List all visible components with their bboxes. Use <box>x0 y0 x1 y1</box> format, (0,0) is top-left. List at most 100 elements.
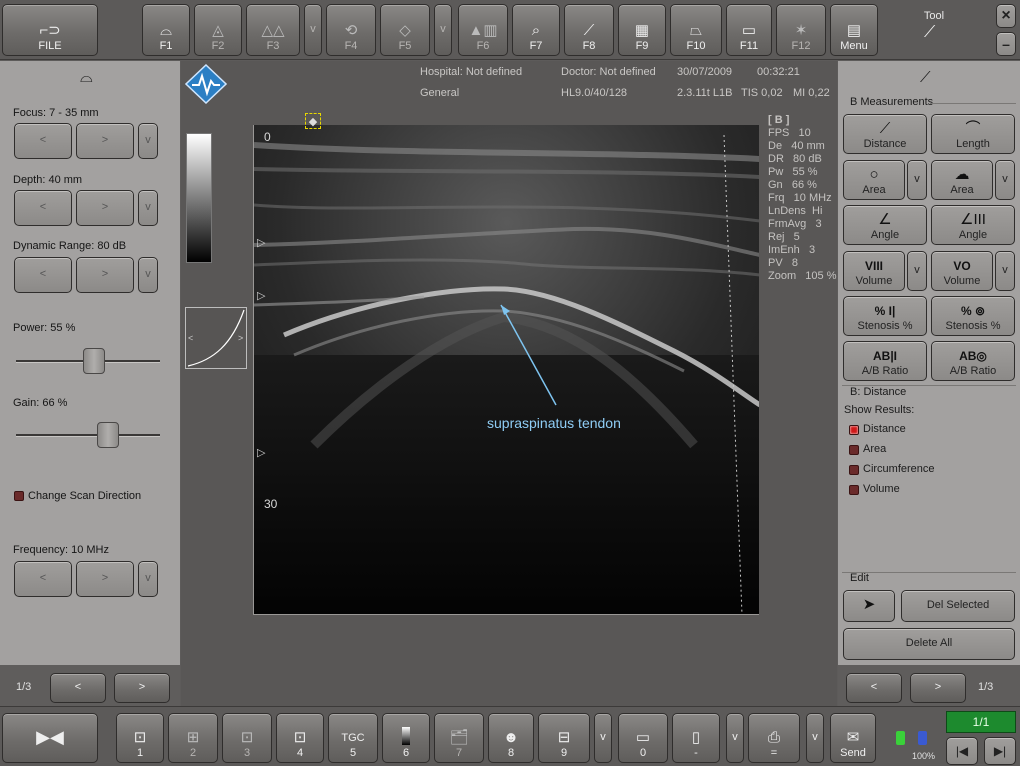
frequency-more-button[interactable]: v <box>138 561 158 597</box>
send-button[interactable]: ✉ Send <box>830 713 876 763</box>
f1-button[interactable]: ⌓ F1 <box>142 4 190 56</box>
dynamic-range-next-button[interactable]: > <box>76 257 134 293</box>
frequency-prev-button[interactable]: < <box>14 561 72 597</box>
focus-marker-icon[interactable]: ◆ <box>305 113 321 129</box>
result-circumference-label: Circumference <box>863 463 935 475</box>
f2-button[interactable]: ◬ F2 <box>194 4 242 56</box>
delete-selected-button[interactable]: Del Selected <box>901 590 1015 622</box>
minimize-button[interactable]: – <box>996 32 1016 56</box>
b9-button[interactable]: ⊟ 9 <box>538 713 590 763</box>
frequency-next-button[interactable]: > <box>76 561 134 597</box>
left-page-next-button[interactable]: > <box>114 673 170 703</box>
close-button[interactable]: × <box>996 4 1016 28</box>
file-button[interactable]: ⌐⊃ FILE <box>2 4 98 56</box>
sector-split-icon: ◬ <box>212 22 224 39</box>
focus-next-button[interactable]: > <box>76 123 134 159</box>
caliper-tool-icon: ⟋ <box>924 24 936 41</box>
f6-button[interactable]: ▲▥ F6 <box>458 4 508 56</box>
bottom-more-button-2[interactable]: v <box>726 713 744 763</box>
depth-label: Depth: 40 mm <box>13 174 83 186</box>
stenosis-diameter-icon: % I| <box>874 304 896 318</box>
volume-more-button-2[interactable]: v <box>995 251 1015 291</box>
volume-button-2[interactable]: VO Volume <box>931 251 993 291</box>
f11-button[interactable]: ▭ F11 <box>726 4 772 56</box>
freeze-button[interactable]: ▶◀ <box>2 713 98 763</box>
stenosis-button-1[interactable]: % I| Stenosis % <box>843 296 927 336</box>
last-frame-button[interactable]: ▶| <box>984 737 1016 765</box>
gain-slider[interactable] <box>16 434 160 437</box>
angle-button-2[interactable]: ∠III Angle <box>931 205 1015 245</box>
bottom-more-button-3[interactable]: v <box>806 713 824 763</box>
ab-ratio-button-2[interactable]: AB◎ A/B Ratio <box>931 341 1015 381</box>
f3-button[interactable]: △△ F3 <box>246 4 300 56</box>
power-slider-thumb[interactable] <box>83 348 106 374</box>
focus-marker-1[interactable]: ▷ <box>257 236 265 249</box>
area-more-button-1[interactable]: v <box>907 160 927 200</box>
b4-button[interactable]: ⊡ 4 <box>276 713 324 763</box>
ab-ratio-button-1[interactable]: AB|I A/B Ratio <box>843 341 927 381</box>
b2-button[interactable]: ⊞ 2 <box>168 713 218 763</box>
area-button-1[interactable]: ○ Area <box>843 160 905 200</box>
focus-prev-button[interactable]: < <box>14 123 72 159</box>
ab-area-icon: AB◎ <box>959 349 987 363</box>
length-icon: ⌒ <box>965 120 981 137</box>
b0-button[interactable]: ▭ 0 <box>618 713 668 763</box>
f12-button[interactable]: ✶ F12 <box>776 4 826 56</box>
f8-button[interactable]: ⟋ F8 <box>564 4 614 56</box>
b6-button[interactable]: 6 <box>382 713 430 763</box>
stenosis-button-2[interactable]: % ⊚ Stenosis % <box>931 296 1015 336</box>
volume-button-1[interactable]: VIII Volume <box>843 251 905 291</box>
right-page-prev-button[interactable]: < <box>846 673 902 703</box>
volume-more-button-1[interactable]: v <box>907 251 927 291</box>
dynamic-range-label: Dynamic Range: 80 dB <box>13 240 127 252</box>
b7-button[interactable]: 🗂 7 <box>434 713 484 763</box>
b1-button[interactable]: ⊡ 1 <box>116 713 164 763</box>
depth-next-button[interactable]: > <box>76 190 134 226</box>
dynamic-range-prev-button[interactable]: < <box>14 257 72 293</box>
left-page-prev-button[interactable]: < <box>50 673 106 703</box>
left-page-indicator: 1/3 <box>16 681 32 693</box>
result-volume-checkbox[interactable] <box>849 485 859 495</box>
f10-button[interactable]: ⏢ F10 <box>670 4 722 56</box>
select-button[interactable]: ➤ <box>843 590 895 622</box>
dynamic-range-more-button[interactable]: v <box>138 257 158 293</box>
change-scan-checkbox[interactable] <box>14 491 24 501</box>
area-more-button-2[interactable]: v <box>995 160 1015 200</box>
b8-button[interactable]: ☻ 8 <box>488 713 534 763</box>
focus-marker-3[interactable]: ▷ <box>257 446 265 459</box>
tool-label: Tool <box>923 10 945 22</box>
gray-curve[interactable]: < > <box>185 307 247 369</box>
f7-button[interactable]: ⌕ F7 <box>512 4 560 56</box>
bottom-more-button-1[interactable]: v <box>594 713 612 763</box>
focus-marker-2[interactable]: ▷ <box>257 289 265 302</box>
result-circumference-checkbox[interactable] <box>849 465 859 475</box>
report-button[interactable]: ▯ - <box>672 713 720 763</box>
first-frame-button[interactable]: |◀ <box>946 737 978 765</box>
more-button-1[interactable]: v <box>304 4 322 56</box>
gain-slider-thumb[interactable] <box>96 422 119 448</box>
ultrasound-image[interactable]: 0 30 supraspinatus tendon <box>253 125 759 615</box>
f9-button[interactable]: ▦ F9 <box>618 4 666 56</box>
depth-prev-button[interactable]: < <box>14 190 72 226</box>
histogram-icon: ▲▥ <box>468 22 498 39</box>
f4-button[interactable]: ⟲ F4 <box>326 4 376 56</box>
b3-button[interactable]: ⊡ 3 <box>222 713 272 763</box>
length-button[interactable]: ⌒ Length <box>931 114 1015 154</box>
result-distance-checkbox[interactable] <box>849 425 859 435</box>
f5-button[interactable]: ◇ F5 <box>380 4 430 56</box>
print-button[interactable]: ⎙ = <box>748 713 800 763</box>
delete-all-button[interactable]: Delete All <box>843 628 1015 660</box>
area-button-2[interactable]: ☁ Area <box>931 160 993 200</box>
right-page-next-button[interactable]: > <box>910 673 966 703</box>
result-area-checkbox[interactable] <box>849 445 859 455</box>
focus-more-button[interactable]: v <box>138 123 158 159</box>
battery-level: 100% <box>912 751 936 761</box>
angle-button-1[interactable]: ∠ Angle <box>843 205 927 245</box>
annotation-text[interactable]: supraspinatus tendon <box>487 415 621 431</box>
depth-more-button[interactable]: v <box>138 190 158 226</box>
menu-button[interactable]: ▤ Menu <box>830 4 878 56</box>
tgc-button[interactable]: TGC 5 <box>328 713 378 763</box>
distance-button[interactable]: ⟋ Distance <box>843 114 927 154</box>
more-button-2[interactable]: v <box>434 4 452 56</box>
b-measurements-header: B Measurements <box>850 96 934 108</box>
